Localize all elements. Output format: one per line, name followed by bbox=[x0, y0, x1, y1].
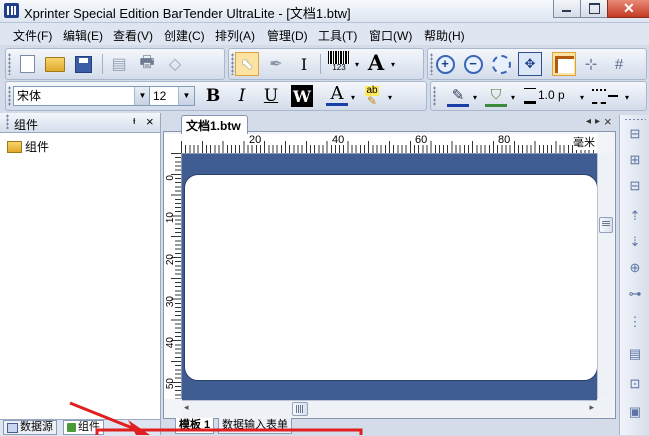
red-annotation-overlay bbox=[69, 401, 363, 435]
